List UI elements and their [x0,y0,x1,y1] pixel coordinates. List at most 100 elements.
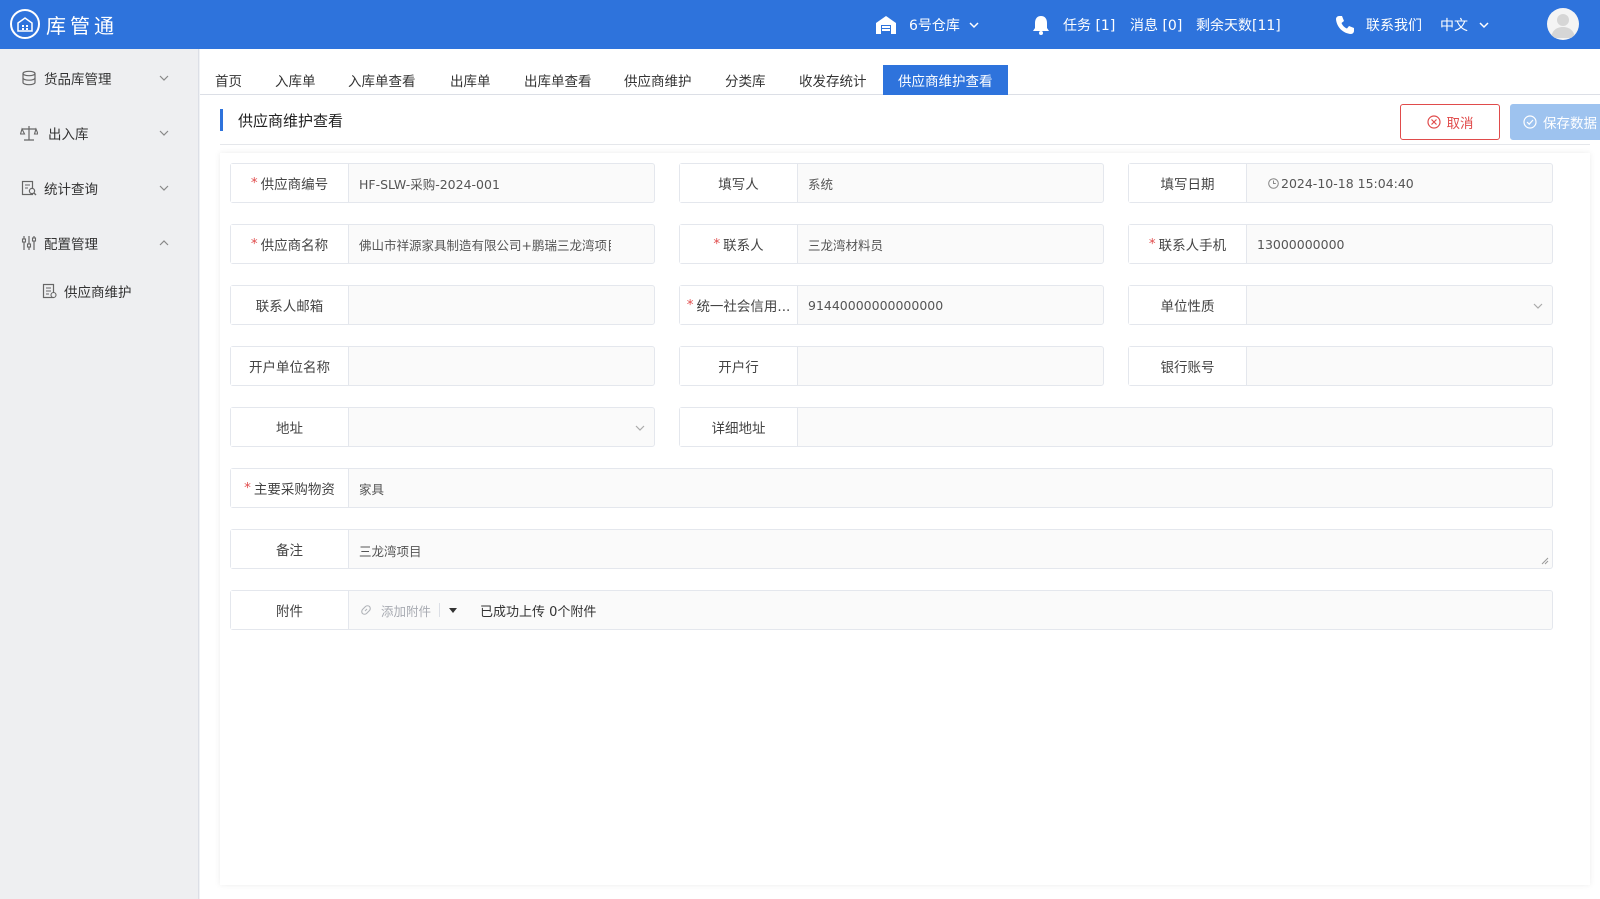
contact-link[interactable]: 联系我们 [1335,0,1422,49]
tab-supplier-view[interactable]: 供应商维护查看 [883,65,1008,95]
field-label: 开户行 [680,347,798,385]
tab-label: 首页 [215,74,242,90]
phone-icon [1336,15,1354,34]
tab-home[interactable]: 首页 [200,65,257,95]
field-label: * 供应商名称 [231,225,349,263]
credit-code-input[interactable]: 91440000000000000 [798,286,1103,324]
title-accent-bar [220,109,223,131]
sidebar-item-label: 出入库 [48,127,89,143]
tab-inbound-view[interactable]: 入库单查看 [333,65,431,95]
sidebar: 货品库管理 出入库 统计查询 配置管理 供应商维护 [0,49,199,899]
tab-supplier-maintenance[interactable]: 供应商维护 [609,65,707,95]
main-content: 供应商维护查看 取消 保存数据 * 供应商编号 HF-SLW-采购-2024-00… [200,95,1600,899]
brand[interactable]: 库管通 [10,9,118,39]
remarks-textarea[interactable]: 三龙湾项目 [349,530,1552,568]
field-label: 备注 [231,530,349,568]
top-header: 库管通 6号仓库 任务 [1] 消息 [0] 剩余天数[11] 联系我们 中文 [0,0,1600,49]
tasks-link[interactable]: 任务 [1] [1032,0,1115,49]
bank-account-field: 银行账号 [1128,346,1553,386]
fill-date-input[interactable]: 2024-10-18 15:04:40 [1247,164,1552,202]
sidebar-item-config[interactable]: 配置管理 [0,223,199,263]
messages-link[interactable]: 消息 [0] [1130,0,1182,49]
address-field: 地址 [230,407,655,447]
tab-label: 入库单 [275,74,316,90]
main-materials-input[interactable]: 家具 [349,469,1552,507]
divider [439,603,441,617]
address-select[interactable] [349,408,654,446]
cancel-button[interactable]: 取消 [1400,104,1500,140]
field-label: * 联系人手机 [1129,225,1247,263]
contact-phone-field: * 联系人手机 13000000000 [1128,224,1553,264]
tab-label: 出库单查看 [524,74,592,90]
supplier-form: * 供应商编号 HF-SLW-采购-2024-001 填写人 系统 填写日期 20… [220,153,1590,885]
field-label: * 供应商编号 [231,164,349,202]
warehouse-selector[interactable]: 6号仓库 [875,0,980,49]
field-label: * 统一社会信用... [680,286,798,324]
field-label: 银行账号 [1129,347,1247,385]
chevron-down-icon [969,21,979,28]
tab-inbound[interactable]: 入库单 [260,65,331,95]
save-button[interactable]: 保存数据 [1510,104,1600,140]
sidebar-item-label: 统计查询 [44,182,98,198]
link-icon [361,605,371,615]
caret-down-icon[interactable] [448,605,458,615]
tab-label: 供应商维护查看 [898,74,993,90]
attachments-control: 添加附件 已成功上传 0个附件 [349,591,1552,629]
unit-type-field: 单位性质 [1128,285,1553,325]
sidebar-item-goods[interactable]: 货品库管理 [0,58,199,98]
account-name-field: 开户单位名称 [230,346,655,386]
tab-outbound[interactable]: 出库单 [435,65,506,95]
chevron-down-icon [1479,21,1489,28]
warehouse-name: 6号仓库 [909,17,960,34]
credit-code-field: * 统一社会信用... 91440000000000000 [679,285,1104,325]
bank-input[interactable] [798,347,1103,385]
unit-type-select[interactable] [1247,286,1552,324]
field-label: 地址 [231,408,349,446]
sidebar-item-stock-io[interactable]: 出入库 [0,113,199,153]
filled-by-input[interactable]: 系统 [798,164,1103,202]
document-icon [40,282,58,300]
fill-date-value: 2024-10-18 15:04:40 [1281,175,1414,191]
sliders-icon [20,234,38,252]
close-circle-icon [1426,115,1441,129]
field-label: 填写人 [680,164,798,202]
bank-account-input[interactable] [1247,347,1552,385]
clock-icon [1268,178,1279,189]
tab-label: 入库单查看 [348,74,416,90]
tab-outbound-view[interactable]: 出库单查看 [509,65,607,95]
remarks-value: 三龙湾项目 [359,543,422,559]
language-selector[interactable]: 中文 [1440,0,1490,49]
check-circle-icon [1523,115,1537,129]
bell-icon [1033,15,1049,35]
supplier-name-input[interactable]: 佛山市祥源家具制造有限公司+鹏瑞三龙湾项目 [349,225,654,263]
tab-stock-statistics[interactable]: 收发存统计 [784,65,882,95]
warehouse-icon [876,15,896,34]
contact-email-input[interactable] [349,286,654,324]
user-avatar[interactable] [1547,8,1579,40]
sidebar-item-label: 货品库管理 [44,72,112,88]
field-label: 开户单位名称 [231,347,349,385]
sidebar-item-supplier-maintenance[interactable]: 供应商维护 [0,271,199,311]
add-attachment-button[interactable]: 添加附件 [359,601,431,620]
days-left-text: 剩余天数[11] [1196,17,1281,34]
tab-bar: 首页 入库单 入库单查看 出库单 出库单查看 供应商维护 分类库 收发存统计 供… [200,49,1600,95]
supplier-name-field: * 供应商名称 佛山市祥源家具制造有限公司+鹏瑞三龙湾项目 [230,224,655,264]
field-label: 填写日期 [1129,164,1247,202]
account-name-input[interactable] [349,347,654,385]
contact-phone-input[interactable]: 13000000000 [1247,225,1552,263]
resize-handle-icon[interactable] [1541,557,1549,565]
detail-address-field: 详细地址 [679,407,1553,447]
sidebar-item-statistics[interactable]: 统计查询 [0,168,199,208]
sidebar-subitem-label: 供应商维护 [64,285,132,301]
remarks-field: 备注 三龙湾项目 [230,529,1553,569]
contact-person-input[interactable]: 三龙湾材料员 [798,225,1103,263]
filled-by-field: 填写人 系统 [679,163,1104,203]
contact-person-field: * 联系人 三龙湾材料员 [679,224,1104,264]
tab-category-library[interactable]: 分类库 [710,65,781,95]
main-materials-field: * 主要采购物资 家具 [230,468,1553,508]
detail-address-input[interactable] [798,408,1552,446]
chevron-down-icon [1533,303,1543,309]
supplier-code-input[interactable]: HF-SLW-采购-2024-001 [349,164,654,202]
tab-label: 出库单 [450,74,491,90]
field-label: * 联系人 [680,225,798,263]
